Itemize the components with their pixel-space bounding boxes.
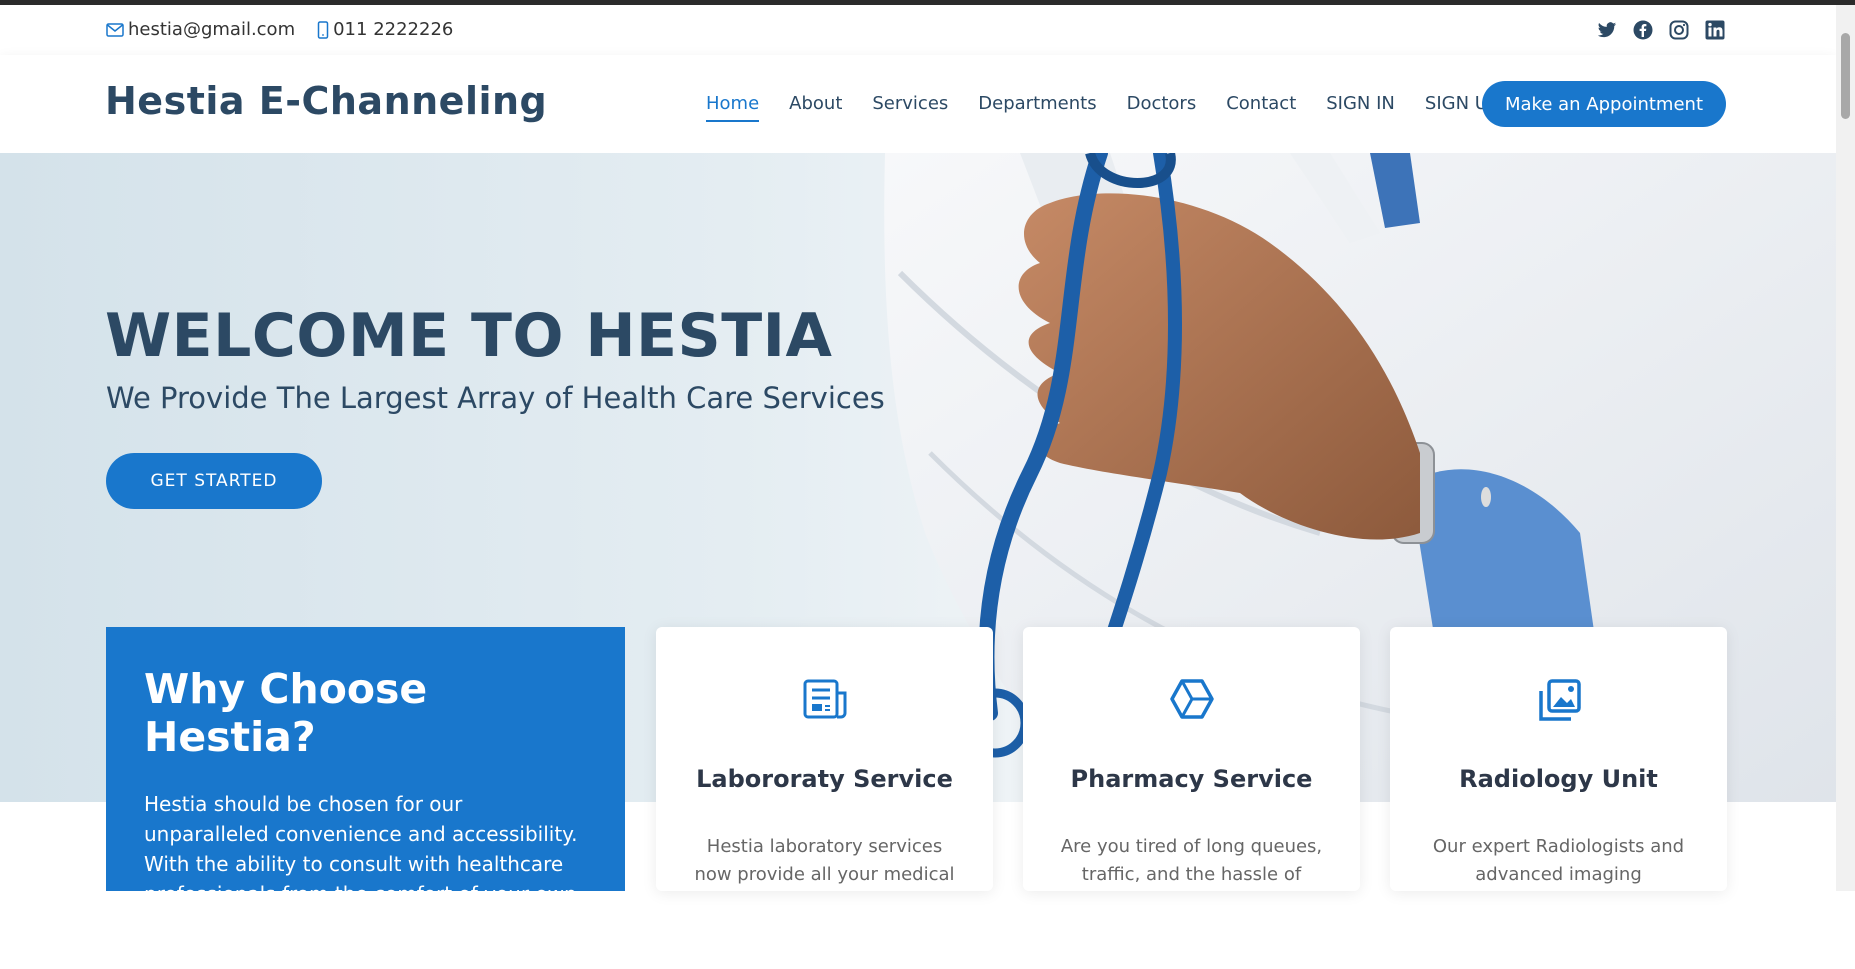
site-logo[interactable]: Hestia E-Channeling [105, 79, 547, 123]
card-text: Are you tired of long queues, traffic, a… [1060, 836, 1323, 885]
why-choose-box: Why Choose Hestia? Hestia should be chos… [106, 627, 625, 966]
phone-text: 011 2222226 [333, 19, 454, 40]
why-title: Why Choose Hestia? [144, 665, 428, 761]
nav-doctors[interactable]: Doctors [1127, 93, 1197, 122]
contact-info: hestia@gmail.com 011 2222226 [106, 19, 453, 40]
main-nav: Home About Services Departments Doctors … [706, 93, 1529, 122]
hexagon-icon [1023, 679, 1360, 719]
email-text: hestia@gmail.com [128, 19, 296, 40]
get-started-button[interactable]: GET STARTED [106, 453, 322, 509]
phone-icon [317, 20, 329, 39]
scrollbar-thumb[interactable] [1841, 33, 1850, 119]
social-links [1596, 19, 1726, 41]
page-scrollbar[interactable] [1836, 5, 1855, 891]
facebook-icon[interactable] [1632, 19, 1654, 41]
service-card-radiology[interactable]: Radiology Unit Our expert Radiologists a… [1390, 627, 1727, 891]
why-text: Hestia should be chosen for our unparall… [144, 792, 578, 966]
hero-title: WELCOME TO HESTIA [105, 301, 833, 371]
nav-contact[interactable]: Contact [1226, 93, 1296, 122]
card-title: Labororaty Service [696, 765, 953, 793]
nav-sign-in[interactable]: SIGN IN [1326, 93, 1395, 122]
card-title: Radiology Unit [1459, 765, 1658, 793]
nav-services[interactable]: Services [872, 93, 948, 122]
site-header: Hestia E-Channeling Home About Services … [0, 55, 1836, 153]
card-title: Pharmacy Service [1070, 765, 1313, 793]
envelope-icon [106, 22, 124, 37]
document-icon [656, 679, 993, 719]
email-contact[interactable]: hestia@gmail.com [106, 19, 295, 40]
nav-home[interactable]: Home [706, 93, 760, 122]
nav-departments[interactable]: Departments [978, 93, 1096, 122]
twitter-icon[interactable] [1596, 19, 1618, 41]
top-bar: hestia@gmail.com 011 2222226 [0, 5, 1836, 55]
images-icon [1390, 679, 1727, 723]
service-card-pharmacy[interactable]: Pharmacy Service Are you tired of long q… [1023, 627, 1360, 891]
linkedin-icon[interactable] [1704, 19, 1726, 41]
nav-about[interactable]: About [789, 93, 842, 122]
service-card-laboratory[interactable]: Labororaty Service Hestia laboratory ser… [656, 627, 993, 891]
phone-contact[interactable]: 011 2222226 [317, 19, 453, 40]
instagram-icon[interactable] [1668, 19, 1690, 41]
card-text: Hestia laboratory services now provide a… [694, 836, 955, 885]
make-appointment-button[interactable]: Make an Appointment [1482, 81, 1726, 127]
card-text: Our expert Radiologists and advanced ima… [1432, 836, 1685, 885]
hero-subtitle: We Provide The Largest Array of Health C… [106, 381, 885, 415]
